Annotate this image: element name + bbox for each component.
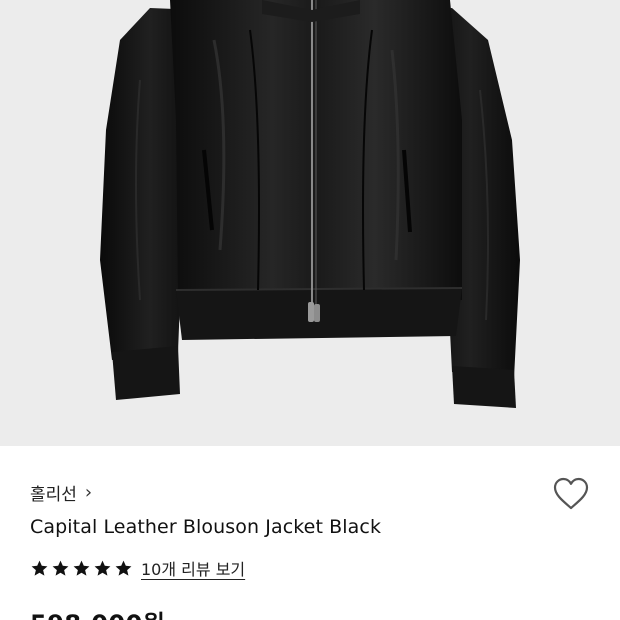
star-icon <box>73 560 90 576</box>
rating-row: 10개 리뷰 보기 <box>30 556 245 580</box>
star-icon <box>31 560 48 576</box>
star-icon <box>52 560 69 576</box>
chevron-right-icon: › <box>84 481 93 503</box>
star-rating <box>30 559 133 578</box>
star-icon <box>115 560 132 576</box>
product-info: 홀리선 › Capital Leather Blouson Jacket Bla… <box>0 446 620 620</box>
star-icon <box>94 560 111 576</box>
brand-name: 홀리선 <box>30 485 77 505</box>
heart-outline-icon <box>553 477 589 510</box>
product-title: Capital Leather Blouson Jacket Black <box>30 516 382 538</box>
product-detail-page: 홀리선 › Capital Leather Blouson Jacket Bla… <box>0 0 620 620</box>
product-price: 598,000원 <box>30 604 165 620</box>
review-link[interactable]: 10개 리뷰 보기 <box>141 556 245 580</box>
brand-link[interactable]: 홀리선 › <box>30 480 92 505</box>
wishlist-button[interactable] <box>551 476 591 512</box>
jacket-illustration <box>100 0 520 408</box>
product-image[interactable] <box>0 0 620 446</box>
